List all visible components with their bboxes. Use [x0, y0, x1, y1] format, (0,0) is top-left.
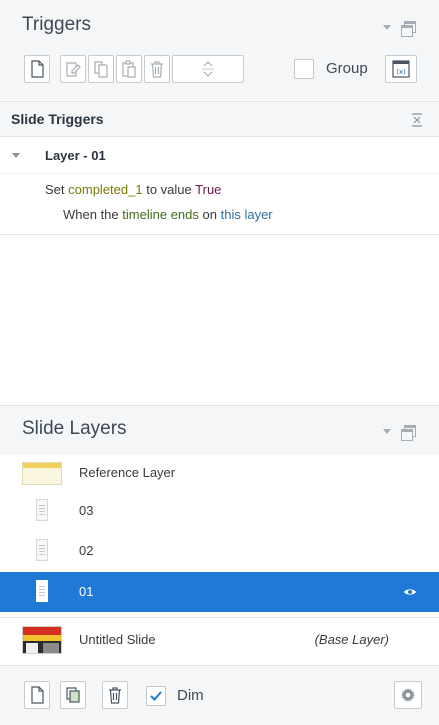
layer-settings-button[interactable] — [394, 681, 422, 709]
layer-thumbnail — [36, 499, 48, 521]
event-name[interactable]: timeline ends — [122, 207, 199, 222]
trigger-condition-line[interactable]: When the timeline ends on this layer — [63, 207, 273, 222]
collapse-all-icon[interactable] — [411, 113, 423, 127]
paste-trigger-button[interactable] — [116, 55, 142, 83]
expand-chevron-icon[interactable] — [12, 153, 20, 158]
event-target[interactable]: this layer — [221, 207, 273, 222]
panel-float-icon[interactable] — [401, 21, 416, 37]
group-label: Group — [326, 60, 368, 77]
group-checkbox[interactable] — [294, 59, 314, 79]
triggers-panel-title: Triggers — [22, 14, 91, 35]
trigger-action-line[interactable]: Set completed_1 to value True — [45, 182, 221, 197]
slide-triggers-title: Slide Triggers — [11, 111, 104, 127]
variables-button[interactable]: (x) — [385, 55, 417, 83]
variable-value[interactable]: True — [195, 182, 221, 197]
layer-thumbnail — [36, 580, 48, 602]
action-prefix: Set — [45, 182, 65, 197]
eye-icon[interactable] — [403, 587, 417, 597]
condition-prefix: When the — [63, 207, 119, 222]
layer-row-02[interactable]: 02 — [0, 531, 439, 571]
delete-trigger-button[interactable] — [144, 55, 170, 83]
dim-label: Dim — [177, 687, 204, 704]
move-trigger-button[interactable] — [172, 55, 244, 83]
copy-trigger-button[interactable] — [88, 55, 114, 83]
checkmark-icon — [150, 691, 162, 701]
gear-icon — [401, 688, 415, 702]
layer-name: 03 — [79, 503, 94, 518]
panel-menu-chevron-icon[interactable] — [383, 24, 391, 30]
layer-row-base[interactable]: Untitled Slide (Base Layer) — [0, 617, 439, 665]
duplicate-layer-button[interactable] — [60, 681, 86, 709]
trigger-group-name: Layer - 01 — [45, 148, 106, 163]
trigger-list-divider — [0, 234, 439, 235]
layer-name: 02 — [79, 543, 94, 558]
slide-layers-panel-header: Slide Layers — [0, 405, 439, 455]
layer-row-01[interactable]: 01 — [0, 572, 439, 612]
panel-menu-chevron-icon[interactable] — [383, 428, 391, 434]
layer-thumbnail — [22, 462, 62, 485]
layer-row-reference[interactable]: Reference Layer — [0, 455, 439, 491]
slide-layers-title: Slide Layers — [22, 418, 127, 439]
svg-text:(x): (x) — [396, 68, 406, 76]
layers-footer-toolbar: Dim — [0, 665, 439, 725]
action-mid: to value — [146, 182, 192, 197]
base-layer-tag: (Base Layer) — [314, 632, 389, 647]
dim-checkbox[interactable] — [146, 686, 166, 706]
layer-name: Untitled Slide — [79, 632, 156, 647]
new-trigger-button[interactable] — [24, 55, 50, 83]
delete-layer-button[interactable] — [102, 681, 128, 709]
layer-thumbnail — [36, 539, 48, 561]
panel-float-icon[interactable] — [401, 425, 416, 441]
edit-trigger-button[interactable] — [60, 55, 86, 83]
layer-row-03[interactable]: 03 — [0, 491, 439, 531]
condition-mid: on — [202, 207, 217, 222]
layer-thumbnail — [22, 626, 62, 654]
variable-name[interactable]: completed_1 — [68, 182, 142, 197]
trigger-group-layer-01[interactable]: Layer - 01 — [0, 137, 439, 174]
triggers-panel-header: Triggers Group (x) — [0, 0, 439, 100]
slide-triggers-section-header: Slide Triggers — [0, 101, 439, 137]
new-layer-button[interactable] — [24, 681, 50, 709]
layer-name: 01 — [79, 584, 94, 599]
layer-name: Reference Layer — [79, 465, 176, 480]
